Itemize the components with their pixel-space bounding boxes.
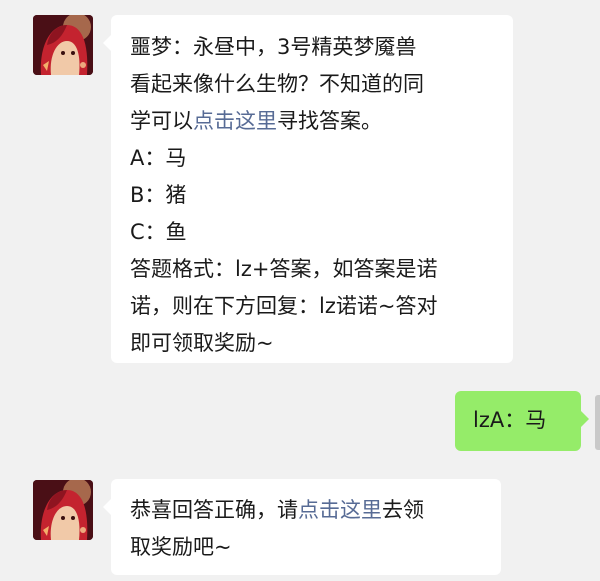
click-here-link[interactable]: 点击这里 <box>298 498 382 522</box>
option-c: C：鱼 <box>130 220 187 244</box>
message-text: 恭喜回答正确，请 <box>130 498 298 522</box>
character-avatar-icon[interactable] <box>33 15 93 75</box>
option-a: A：马 <box>130 146 187 170</box>
message-line: 看起来像什么生物？不知道的同 <box>130 72 424 96</box>
reply-text: lzA：马 <box>473 408 547 432</box>
message-text: 去领 <box>382 498 424 522</box>
character-avatar-icon[interactable] <box>33 480 93 540</box>
message-line: 噩梦：永昼中，3号精英梦魇兽 <box>130 35 417 59</box>
option-b: B：猪 <box>130 183 187 207</box>
message-text: 学可以 <box>130 109 193 133</box>
chat-window: 噩梦：永昼中，3号精英梦魇兽 看起来像什么生物？不知道的同 学可以点击这里寻找答… <box>0 0 600 581</box>
message-bubble-reply: lzA：马 <box>455 391 589 451</box>
message-bubble-question: 噩梦：永昼中，3号精英梦魇兽 看起来像什么生物？不知道的同 学可以点击这里寻找答… <box>103 15 513 363</box>
click-here-link[interactable]: 点击这里 <box>193 109 277 133</box>
message-bubble-result: 恭喜回答正确，请点击这里去领 取奖励吧~ <box>103 479 501 575</box>
user-avatar-icon[interactable] <box>595 395 600 450</box>
message-line: 取奖励吧~ <box>130 535 232 559</box>
message-line: 即可领取奖励~ <box>130 331 274 355</box>
message-line: 诺，则在下方回复：lz诺诺~答对 <box>130 294 438 318</box>
message-line: 答题格式：lz+答案，如答案是诺 <box>130 257 438 281</box>
message-line: 学可以点击这里寻找答案。 <box>130 103 513 140</box>
message-line: 恭喜回答正确，请点击这里去领 <box>130 492 501 529</box>
message-text: 寻找答案。 <box>277 109 382 133</box>
